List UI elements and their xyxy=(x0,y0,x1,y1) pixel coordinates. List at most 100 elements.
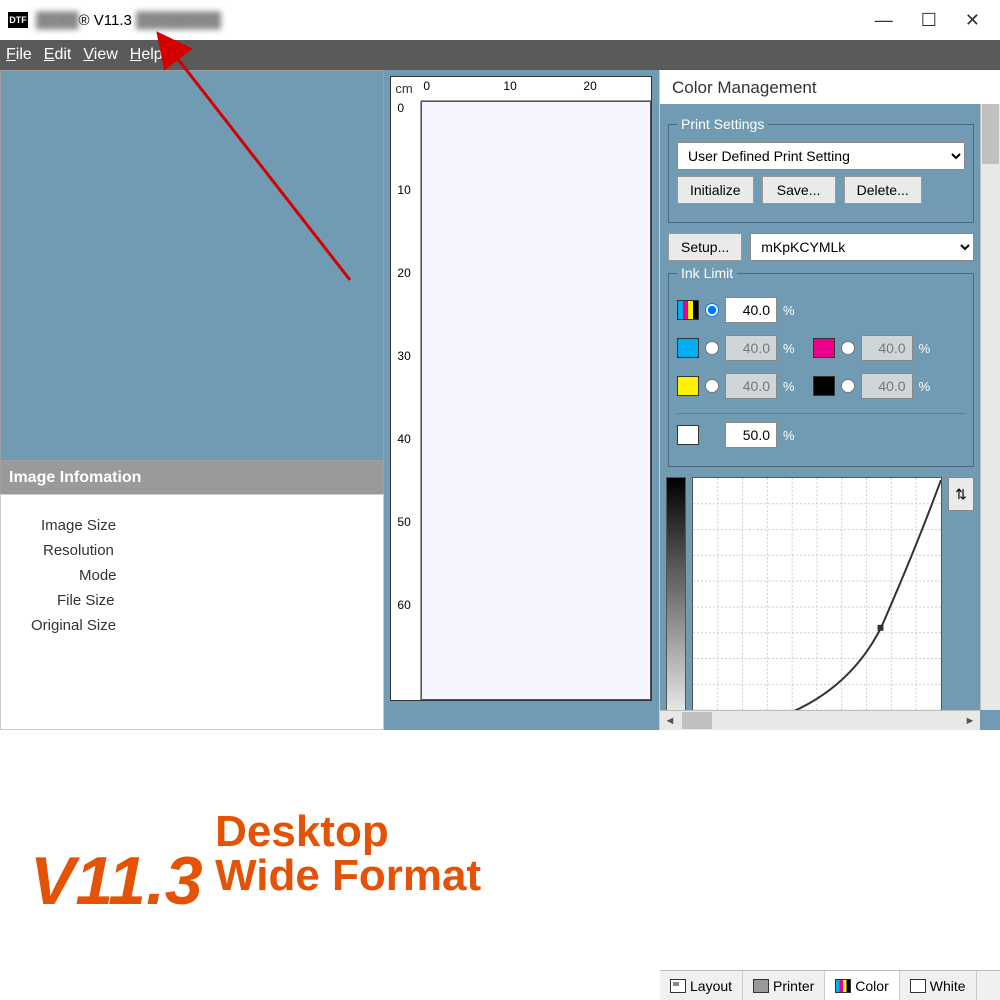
menu-file[interactable]: File xyxy=(6,46,32,64)
save-button[interactable]: Save... xyxy=(762,176,836,204)
ruler-v-60: 60 xyxy=(397,598,410,612)
minimize-button[interactable]: — xyxy=(875,10,893,31)
ink-separator xyxy=(677,413,965,414)
tab-layout-label: Layout xyxy=(690,978,732,994)
black-value xyxy=(861,373,913,399)
color-icon xyxy=(835,979,851,993)
maximize-button[interactable]: ☐ xyxy=(921,10,937,31)
ruler-h-20: 20 xyxy=(583,79,596,93)
title-registered: ® xyxy=(79,12,90,29)
cmyk-radio[interactable] xyxy=(705,303,719,317)
gradient-vertical xyxy=(666,477,686,730)
menu-help[interactable]: Help xyxy=(130,46,163,64)
tab-white-label: White xyxy=(930,978,966,994)
cmyk-pct: % xyxy=(783,303,795,318)
close-button[interactable]: ✕ xyxy=(965,10,980,31)
watermark-version: V11.3 xyxy=(30,843,203,919)
info-mode: Mode xyxy=(11,567,373,584)
print-settings-group: Print Settings User Defined Print Settin… xyxy=(668,116,974,223)
curve-link-button[interactable]: ⇅ xyxy=(948,477,974,511)
delete-button[interactable]: Delete... xyxy=(844,176,922,204)
magenta-swatch xyxy=(813,338,835,358)
cyan-swatch xyxy=(677,338,699,358)
cyan-pct: % xyxy=(783,341,795,356)
canvas-column: cm 0 10 20 0 10 20 30 40 50 60 xyxy=(384,70,659,730)
white-value[interactable] xyxy=(725,422,777,448)
bottom-tabs: Layout Printer Color White xyxy=(660,970,1000,1000)
ink-limit-group: Ink Limit % % xyxy=(668,265,974,467)
tab-color[interactable]: Color xyxy=(825,971,899,1000)
black-radio[interactable] xyxy=(841,379,855,393)
right-panel: Color Management Print Settings User Def… xyxy=(659,70,1000,730)
yellow-radio[interactable] xyxy=(705,379,719,393)
titlebar: DTF ████ ® V11.3 ████████ — ☐ ✕ xyxy=(0,0,1000,40)
cmyk-swatch xyxy=(677,300,699,320)
image-preview[interactable] xyxy=(1,71,383,461)
ruler-v-20: 20 xyxy=(397,266,410,280)
image-info-body: Image Size Resolution Mode File Size Ori… xyxy=(0,494,384,730)
info-file-size: File Size xyxy=(11,592,373,609)
cyan-value xyxy=(725,335,777,361)
panel-scrollbar-vertical[interactable] xyxy=(980,104,1000,710)
ink-limit-legend: Ink Limit xyxy=(677,265,737,281)
ruler-v-50: 50 xyxy=(397,515,410,529)
title-blur-1: ████ xyxy=(36,12,79,29)
white-pct: % xyxy=(783,428,795,443)
magenta-radio[interactable] xyxy=(841,341,855,355)
cmyk-value[interactable] xyxy=(725,297,777,323)
watermark: V11.3 Desktop Wide Format xyxy=(30,810,481,920)
watermark-line2: Wide Format xyxy=(215,851,481,900)
ruler-horizontal: 0 10 20 xyxy=(421,77,651,101)
black-pct: % xyxy=(919,379,931,394)
color-management-panel: Print Settings User Defined Print Settin… xyxy=(660,104,1000,730)
initialize-button[interactable]: Initialize xyxy=(677,176,754,204)
magenta-pct: % xyxy=(919,341,931,356)
tab-printer[interactable]: Printer xyxy=(743,971,825,1000)
info-resolution: Resolution xyxy=(11,542,373,559)
left-column: Image Infomation Image Size Resolution M… xyxy=(0,70,384,730)
tab-layout[interactable]: Layout xyxy=(660,971,743,1000)
print-setting-select[interactable]: User Defined Print Setting xyxy=(677,142,965,170)
curve-grid xyxy=(693,478,941,730)
tab-color-label: Color xyxy=(855,978,888,994)
yellow-value xyxy=(725,373,777,399)
main-area: Image Infomation Image Size Resolution M… xyxy=(0,70,1000,730)
ruler-v-0: 0 xyxy=(397,101,404,115)
ink-mode-select[interactable]: mKpKCYMLk xyxy=(750,233,974,261)
black-swatch xyxy=(813,376,835,396)
menu-view[interactable]: View xyxy=(83,46,117,64)
ruler-v-40: 40 xyxy=(397,432,410,446)
yellow-swatch xyxy=(677,376,699,396)
watermark-text: Desktop Wide Format xyxy=(215,810,481,898)
cyan-radio[interactable] xyxy=(705,341,719,355)
watermark-line1: Desktop xyxy=(215,807,389,856)
ruler-h-0: 0 xyxy=(423,79,430,93)
title-version: V11.3 xyxy=(94,12,132,29)
title-blur-2: ████████ xyxy=(136,12,221,29)
print-settings-legend: Print Settings xyxy=(677,116,768,132)
white-swatch xyxy=(677,425,699,445)
menubar: File Edit View Help xyxy=(0,40,1000,70)
curve-canvas[interactable] xyxy=(692,477,942,730)
tab-white[interactable]: White xyxy=(900,971,977,1000)
scroll-right-arrow[interactable]: ► xyxy=(960,711,980,730)
ruler-unit: cm xyxy=(395,81,412,96)
menu-edit[interactable]: Edit xyxy=(44,46,72,64)
layout-icon xyxy=(670,979,686,993)
scroll-left-arrow[interactable]: ◄ xyxy=(660,711,680,730)
panel-scrollbar-horizontal[interactable]: ◄ ► xyxy=(660,710,980,730)
tab-printer-label: Printer xyxy=(773,978,814,994)
white-icon xyxy=(910,979,926,993)
setup-button[interactable]: Setup... xyxy=(668,233,742,261)
curve-editor: ⇅ xyxy=(666,477,974,730)
print-canvas[interactable] xyxy=(421,101,651,700)
app-icon: DTF xyxy=(8,12,28,28)
ruler-h-10: 10 xyxy=(503,79,516,93)
ruler-v-10: 10 xyxy=(397,183,410,197)
ruler-canvas[interactable]: cm 0 10 20 0 10 20 30 40 50 60 xyxy=(390,76,652,701)
ruler-vertical: 0 10 20 30 40 50 60 xyxy=(391,101,421,700)
magenta-value xyxy=(861,335,913,361)
yellow-pct: % xyxy=(783,379,795,394)
info-original-size: Original Size xyxy=(11,617,373,634)
info-image-size: Image Size xyxy=(11,517,373,534)
